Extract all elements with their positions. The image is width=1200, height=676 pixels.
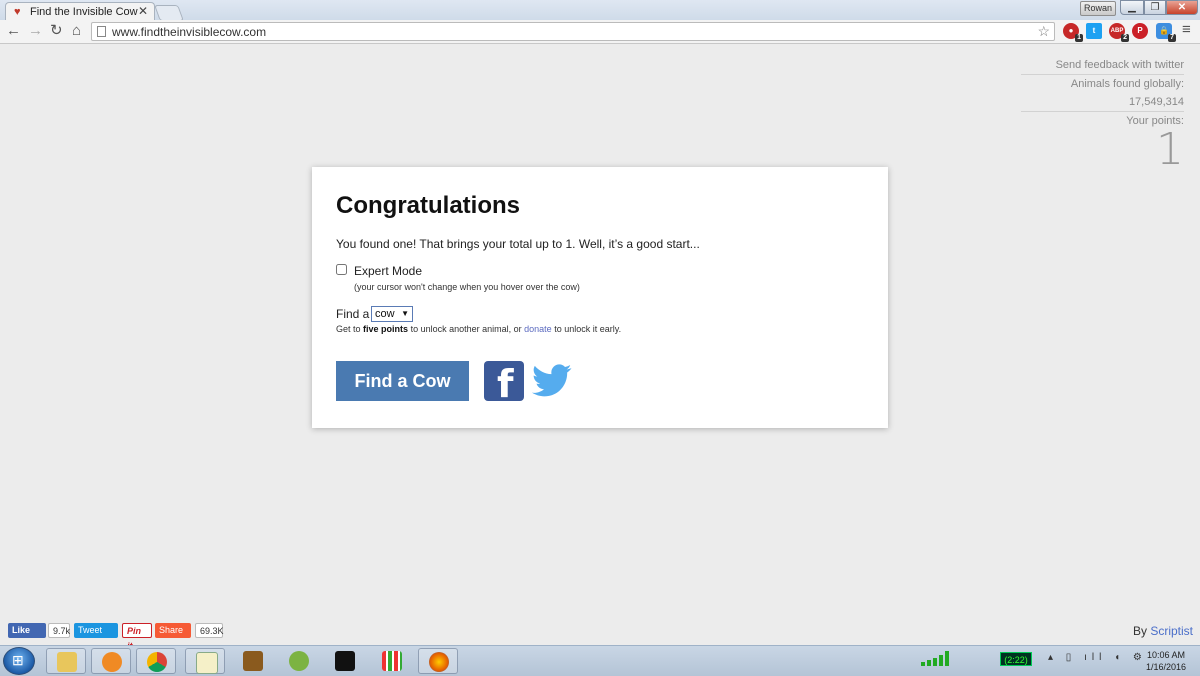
congratulations-dialog: Congratulations You found one! That brin… [312,167,888,428]
sonos-icon[interactable] [325,648,365,674]
animal-select-value: cow [375,308,395,320]
facebook-share-icon[interactable]: f [484,361,524,406]
dialog-message: You found one! That brings your total up… [336,237,700,251]
reload-icon[interactable]: ↻ [50,22,63,40]
twitter-extension-icon[interactable]: t [1086,23,1102,39]
tweet-button[interactable]: Tweet [74,623,118,638]
clock-date: 1/16/2016 [1145,662,1187,672]
chrome-icon[interactable] [136,648,176,674]
firefox-icon[interactable] [418,648,458,674]
share-button[interactable]: Share [155,623,191,638]
dialog-title: Congratulations [336,192,520,219]
page-icon [97,26,106,37]
feedback-link[interactable]: Send feedback with twitter [1021,56,1184,74]
browser-toolbar: ← → ↻ ⌂ www.findtheinvisiblecow.com ☆ ● 1… [0,20,1200,44]
system-tray-icons[interactable]: ▴ ▯ ıll ◖ ⚙ [1048,652,1147,663]
animals-found-count: Animals found globally: 17,549,314 [1021,74,1184,112]
bookmark-star-icon[interactable]: ☆ [1037,23,1050,40]
cow-favicon-icon: ♥ [14,6,21,18]
twitter-share-icon[interactable] [532,363,572,399]
unlock-bold: five points [363,324,409,334]
new-tab-button[interactable] [154,5,184,21]
windows-logo-icon: ⊞ [12,652,24,668]
address-bar[interactable]: www.findtheinvisiblecow.com ☆ [91,22,1055,41]
expert-mode-label[interactable]: Expert Mode [354,264,422,278]
file-explorer-icon[interactable] [46,648,86,674]
expert-mode-note: (your cursor won't change when you hover… [354,282,580,292]
maximize-button[interactable]: ❐ [1144,0,1166,15]
minimize-button[interactable]: ▁ [1120,0,1144,15]
facebook-like-button[interactable]: Like [8,623,46,638]
donate-link[interactable]: donate [524,324,552,334]
forward-arrow-icon[interactable]: → [28,22,43,40]
home-icon[interactable]: ⌂ [72,22,81,40]
hamachi-icon[interactable] [279,648,319,674]
scriptist-link[interactable]: Scriptist [1150,624,1193,638]
window-title-bar: ♥ Find the Invisible Cow ✕ Rowan ▁ ❐ ✕ [0,0,1200,21]
browser-tab[interactable]: ♥ Find the Invisible Cow ✕ [5,2,155,20]
ext-badge: 1 [1075,34,1083,42]
animal-select[interactable]: cow ▼ [371,306,413,322]
byline-prefix: By [1132,624,1147,638]
dropdown-arrow-icon: ▼ [401,309,409,318]
tweet-label: Tweet [78,625,103,635]
pinterest-extension-icon[interactable]: P [1132,23,1148,39]
close-window-button[interactable]: ✕ [1166,0,1198,15]
stats-panel: Send feedback with twitter Animals found… [1021,56,1184,175]
expert-mode-checkbox[interactable] [336,264,347,275]
ext-badge: 2 [1121,34,1129,42]
points-value: 1 [1156,124,1184,175]
profile-button[interactable]: Rowan [1080,1,1116,16]
adblock-icon[interactable]: ABP 2 [1109,23,1129,42]
facebook-like-label: Like [12,625,31,635]
start-button[interactable]: ⊞ [3,647,35,675]
battery-time-indicator[interactable]: (2:22) [1000,652,1032,666]
tab-close-icon[interactable]: ✕ [138,3,148,19]
unlock-hint: Get to five points to unlock another ani… [336,324,621,334]
media-player-icon[interactable] [91,648,131,674]
clock-time: 10:06 AM [1146,650,1186,660]
hangouts-icon[interactable]: ● 1 [1063,23,1083,42]
find-a-label: Find a [336,307,370,321]
unlock-mid: to unlock another animal, or [410,324,522,334]
notepad-icon[interactable] [185,648,225,674]
menu-icon[interactable]: ≡ [1182,21,1191,38]
signal-strength-icon[interactable] [920,650,950,666]
lastpass-icon[interactable]: 🔒 7 [1156,23,1176,42]
dosbox-icon[interactable] [233,648,273,674]
tab-title: Find the Invisible Cow [30,6,138,18]
system-clock[interactable]: 10:06 AM 1/16/2016 [1138,649,1194,673]
apps-grid-icon[interactable] [372,648,412,674]
unlock-suffix: to unlock it early. [554,324,622,334]
url-text[interactable]: www.findtheinvisiblecow.com [112,25,266,39]
share-count: 69.3K [195,623,224,638]
pin-it-button[interactable]: Pin it [122,623,152,651]
like-count: 9.7k [48,623,70,638]
ext-badge: 7 [1168,34,1176,42]
find-a-cow-button[interactable]: Find a Cow [336,361,469,401]
unlock-prefix: Get to [336,324,361,334]
back-arrow-icon[interactable]: ← [6,22,21,40]
byline: By Scriptist [1133,624,1193,638]
